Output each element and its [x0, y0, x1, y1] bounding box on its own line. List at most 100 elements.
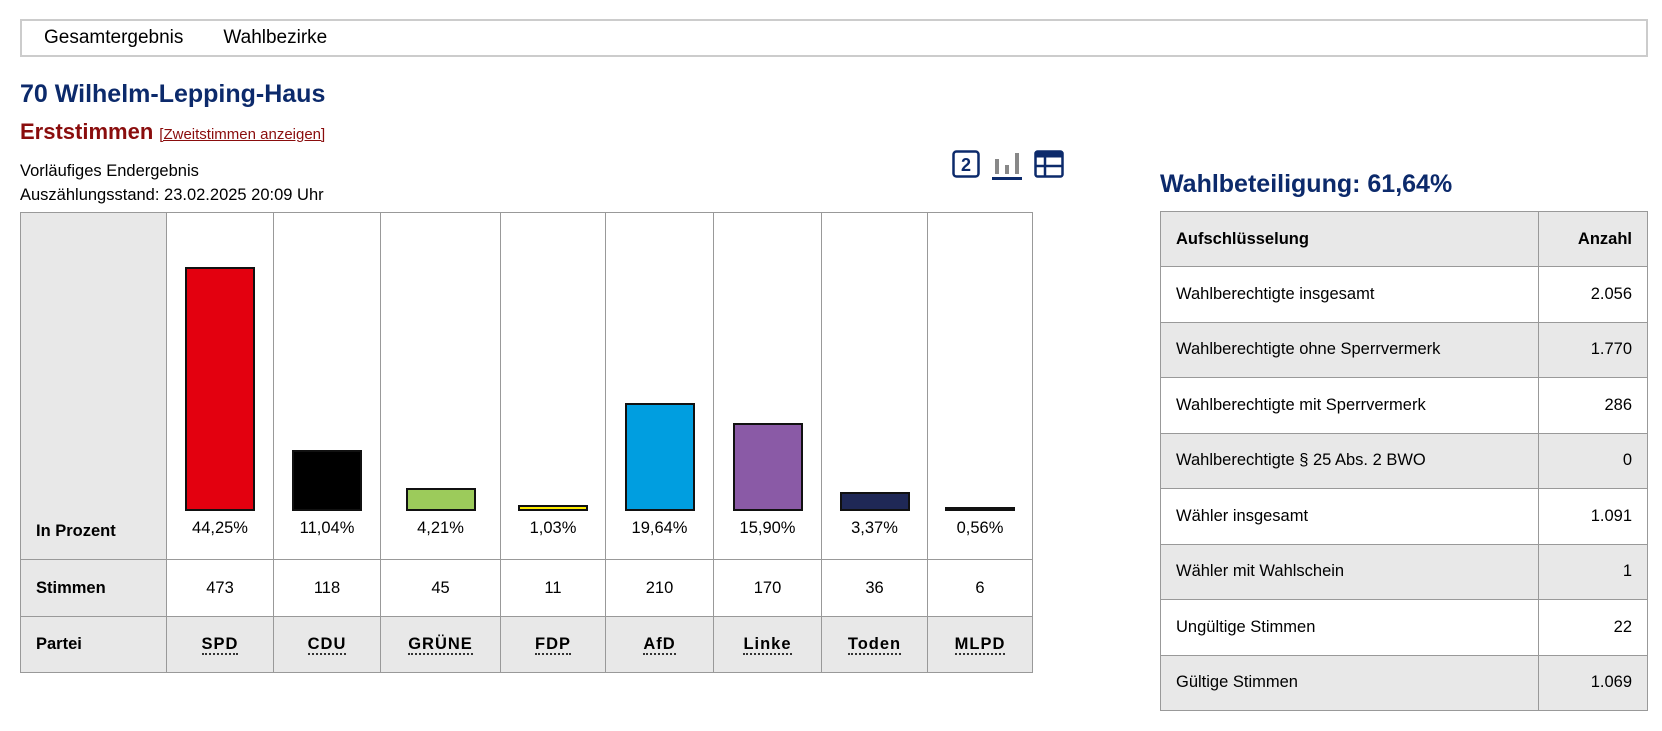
percent-label: 3,37% — [851, 519, 898, 537]
percent-row-label: In Prozent — [20, 212, 167, 560]
breakdown-label: Wahlberechtigte ohne Sperrvermerk — [1159, 321, 1540, 378]
breakdown-value: 1 — [1538, 543, 1648, 600]
votes-cell: 11 — [500, 559, 606, 617]
bar-area — [606, 249, 713, 511]
votes-cell: 45 — [380, 559, 501, 617]
bar-area — [501, 249, 605, 511]
bar-area — [928, 249, 1032, 511]
party-name-toden[interactable]: Toden — [847, 635, 902, 655]
subtitle: Erststimmen [Zweitstimmen anzeigen] — [20, 119, 325, 145]
view-switcher: 2 — [952, 150, 1076, 185]
bar-toden[interactable] — [839, 492, 910, 511]
breakdown-value: 0 — [1538, 432, 1648, 489]
breakdown-row: Wahlberechtigte mit Sperrvermerk 286 — [1159, 377, 1648, 434]
bar-cell: 3,37% — [821, 212, 928, 560]
breakdown-value: 1.770 — [1538, 321, 1648, 378]
bar-cell: 1,03% — [500, 212, 606, 560]
breakdown-value: 1.091 — [1538, 488, 1648, 545]
turnout-heading: Wahlbeteiligung: 61,64% — [1160, 170, 1453, 198]
nav-wahlbezirke[interactable]: Wahlbezirke — [223, 27, 327, 49]
breakdown-value: 1.069 — [1538, 654, 1648, 711]
breakdown-row: Wähler insgesamt 1.091 — [1159, 488, 1648, 545]
breakdown-row: Gültige Stimmen 1.069 — [1159, 654, 1648, 711]
bar-chart-icon[interactable] — [992, 150, 1022, 185]
breakdown-header-label: Aufschlüsselung — [1159, 211, 1540, 267]
zweitstimmen-link[interactable]: [Zweitstimmen anzeigen] — [159, 126, 325, 143]
breakdown-header-count: Anzahl — [1538, 211, 1648, 267]
party-cell: FDP — [500, 616, 606, 673]
breakdown-label: Gültige Stimmen — [1159, 654, 1540, 711]
breakdown-row: Wähler mit Wahlschein 1 — [1159, 543, 1648, 600]
nav-gesamtergebnis[interactable]: Gesamtergebnis — [44, 27, 183, 49]
party-cell: SPD — [166, 616, 274, 673]
breakdown-label: Wahlberechtigte § 25 Abs. 2 BWO — [1159, 432, 1540, 489]
breakdown-header-row: Aufschlüsselung Anzahl — [1159, 211, 1648, 267]
breakdown-table: Aufschlüsselung Anzahl Wahlberechtigte i… — [1159, 211, 1648, 711]
bar-area — [274, 249, 380, 511]
percent-label: 11,04% — [299, 519, 355, 537]
votes-cell: 36 — [821, 559, 928, 617]
votes-cell: 473 — [166, 559, 274, 617]
votes-row: Stimmen 473 118 45 11 210 170 36 6 — [20, 559, 1033, 617]
percent-label: 15,90% — [739, 519, 796, 537]
bar-cell: 4,21% — [380, 212, 501, 560]
party-cell: Linke — [713, 616, 822, 673]
party-name-linke[interactable]: Linke — [743, 635, 792, 655]
party-cell: AfD — [605, 616, 714, 673]
percent-label: 1,03% — [529, 519, 577, 537]
breakdown-value: 2.056 — [1538, 266, 1648, 323]
party-name-cdu[interactable]: CDU — [307, 635, 347, 655]
status-text: Vorläufiges Endergebnis Auszählungsstand… — [20, 159, 324, 207]
bar-cell: 19,64% — [605, 212, 714, 560]
party-name-fdp[interactable]: FDP — [535, 635, 571, 655]
breakdown-row: Wahlberechtigte insgesamt 2.056 — [1159, 266, 1648, 323]
bar-area — [714, 249, 821, 511]
votes-cell: 6 — [927, 559, 1033, 617]
percent-label: 0,56% — [956, 519, 1004, 537]
bar-spd[interactable] — [185, 267, 255, 511]
percent-label: 4,21% — [417, 519, 464, 537]
breakdown-label: Wahlberechtigte mit Sperrvermerk — [1159, 377, 1540, 434]
page-title: 70 Wilhelm-Lepping-Haus — [20, 80, 326, 108]
votes-cell: 170 — [713, 559, 822, 617]
bar-cdu[interactable] — [292, 450, 362, 511]
subtitle-label: Erststimmen — [20, 119, 154, 144]
party-cell: CDU — [273, 616, 381, 673]
votes-cell: 210 — [605, 559, 714, 617]
status-line-1: Vorläufiges Endergebnis — [20, 162, 199, 180]
bar-linke[interactable] — [732, 423, 803, 511]
table-icon[interactable] — [1034, 150, 1064, 183]
bar-afd[interactable] — [624, 402, 695, 511]
breakdown-value: 286 — [1538, 377, 1648, 434]
bar-cell: 15,90% — [713, 212, 822, 560]
percent-label: 19,64% — [631, 519, 688, 537]
party-cell: Toden — [821, 616, 928, 673]
bar-cell: 44,25% — [166, 212, 274, 560]
party-name-afd[interactable]: AfD — [643, 635, 676, 655]
party-name-grüne[interactable]: GRÜNE — [408, 635, 473, 655]
party-name-mlpd[interactable]: MLPD — [954, 635, 1006, 655]
party-name-spd[interactable]: SPD — [201, 635, 239, 655]
bar-cell: 0,56% — [927, 212, 1033, 560]
number-2-icon[interactable]: 2 — [952, 150, 980, 183]
party-row-label: Partei — [20, 616, 167, 673]
party-row: Partei SPD CDU GRÜNE FDP AfD Linke Toden MLPD — [20, 616, 1033, 673]
percent-row: In Prozent 44,25% 11,04% 4,21% 1,03% 19,64% 1… — [20, 212, 1033, 560]
bar-fdp[interactable] — [518, 505, 588, 511]
breakdown-label: Wähler insgesamt — [1159, 488, 1540, 545]
breakdown-row: Wahlberechtigte ohne Sperrvermerk 1.770 — [1159, 321, 1648, 378]
bar-area — [822, 249, 927, 511]
breakdown-value: 22 — [1538, 599, 1648, 656]
bar-mlpd[interactable] — [945, 507, 1015, 511]
votes-cell: 118 — [273, 559, 381, 617]
bar-cell: 11,04% — [273, 212, 381, 560]
percent-label: 44,25% — [192, 519, 248, 537]
breakdown-label: Wahlberechtigte insgesamt — [1159, 266, 1540, 323]
svg-text:2: 2 — [961, 155, 971, 175]
breakdown-row: Ungültige Stimmen 22 — [1159, 599, 1648, 656]
bar-area — [167, 249, 273, 511]
party-cell: GRÜNE — [380, 616, 501, 673]
bar-area — [381, 249, 500, 511]
bar-grüne[interactable] — [405, 487, 476, 511]
nav-bar: Gesamtergebnis Wahlbezirke — [20, 19, 1648, 57]
